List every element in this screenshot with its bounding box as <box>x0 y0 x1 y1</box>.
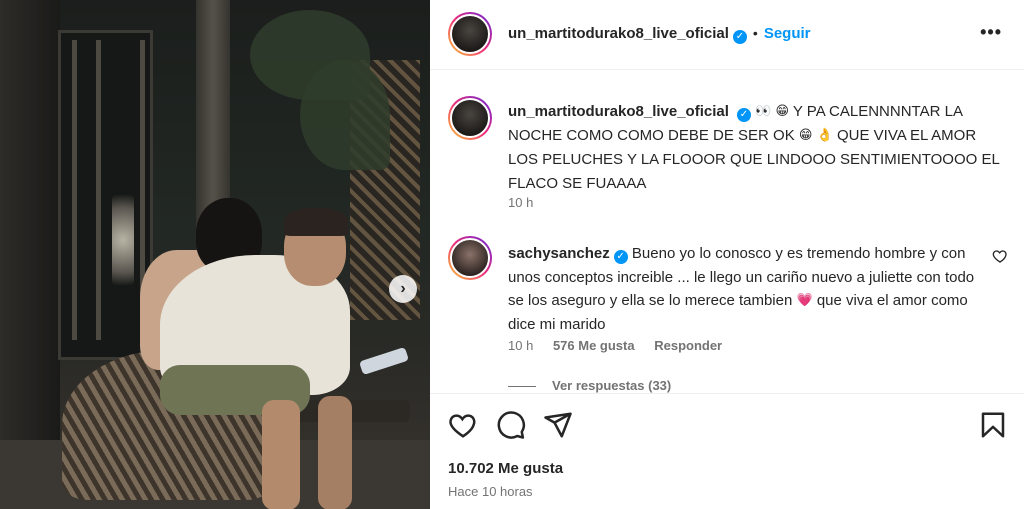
comment-meta: 10 h 576 Me gusta Responder <box>508 338 738 353</box>
author-avatar[interactable] <box>448 12 492 56</box>
post-side-panel: un_martitodurako8_live_oficial ✓ • Seguir •… <box>430 0 1024 509</box>
header-user-line: un_martitodurako8_live_oficial ✓ • Seguir <box>508 25 811 44</box>
photo-man-hair <box>284 208 348 236</box>
replies-divider-line <box>508 386 536 388</box>
post-actions-bar: 10.702 Me gusta Hace 10 horas <box>430 393 1024 509</box>
caption-author-avatar[interactable] <box>448 96 492 140</box>
carousel-next-button[interactable]: › <box>389 275 417 303</box>
view-replies-button[interactable]: Ver respuestas (33) <box>508 378 671 393</box>
photo-slat <box>96 40 101 340</box>
comment-likes-count[interactable]: 576 Me gusta <box>553 338 635 353</box>
ok-hand-emoji: 👌 <box>816 127 833 142</box>
post-header: un_martitodurako8_live_oficial ✓ • Seguir •… <box>430 0 1024 70</box>
verified-badge-icon: ✓ <box>736 108 751 122</box>
comment-bubble-icon[interactable] <box>496 410 526 440</box>
comment-like-heart-icon[interactable] <box>992 248 1008 264</box>
post-likes-count[interactable]: 10.702 Me gusta <box>448 460 563 477</box>
verified-badge-icon: ✓ <box>613 250 628 264</box>
photo-slat <box>72 40 77 340</box>
separator-dot: • <box>752 25 758 41</box>
caption-timestamp[interactable]: 10 h <box>508 195 533 210</box>
bookmark-icon[interactable] <box>978 410 1008 440</box>
more-options-icon[interactable]: ••• <box>980 22 1002 43</box>
photo-man-leg <box>318 396 352 509</box>
eyes-emoji: 👀 <box>755 103 772 118</box>
view-replies-label: Ver respuestas (33) <box>552 378 672 393</box>
post-caption: un_martitodurako8_live_oficial ✓ 👀 😁 Y PA… <box>508 100 1008 196</box>
post-timestamp[interactable]: Hace 10 horas <box>448 484 533 499</box>
paper-plane-icon[interactable] <box>543 410 573 440</box>
photo-man-leg <box>262 400 300 509</box>
photo-wall <box>0 0 60 509</box>
post-photo[interactable]: › <box>0 0 430 509</box>
comment-timestamp[interactable]: 10 h <box>508 338 533 353</box>
reply-button[interactable]: Responder <box>654 338 722 353</box>
photo-plant <box>300 60 390 170</box>
photo-lamp <box>112 195 134 285</box>
chevron-right-icon: › <box>400 280 406 297</box>
photo-phone <box>359 346 409 376</box>
author-username[interactable]: un_martitodurako8_live_oficial <box>508 25 729 42</box>
follow-button[interactable]: Seguir <box>764 25 811 42</box>
grin-emoji: 😁 <box>775 103 789 118</box>
heart-emoji: 💗 <box>796 292 813 307</box>
heart-icon[interactable] <box>448 410 478 440</box>
verified-badge-icon: ✓ <box>732 30 747 44</box>
comment-item: sachysanchez ✓ Bueno yo lo conosco y es t… <box>508 242 988 336</box>
caption-username[interactable]: un_martitodurako8_live_oficial <box>508 103 729 120</box>
commenter-username[interactable]: sachysanchez <box>508 245 610 262</box>
commenter-avatar[interactable] <box>448 236 492 280</box>
grin-emoji: 😁 <box>798 127 813 142</box>
